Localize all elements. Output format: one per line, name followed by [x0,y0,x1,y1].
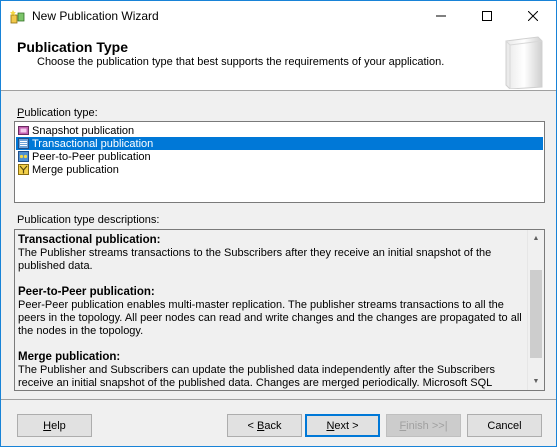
wizard-app-icon [10,10,25,24]
scroll-up-arrow-icon[interactable]: ▲ [528,230,544,247]
snapshot-publication-icon [18,126,29,135]
maximize-button[interactable] [464,1,510,31]
list-item-merge-publication[interactable]: Merge publication [16,163,543,176]
merge-publication-icon [18,164,29,175]
scroll-down-arrow-icon[interactable]: ▼ [528,373,544,390]
minimize-button[interactable] [418,1,464,31]
finish-button[interactable]: Finish >>| [386,414,461,437]
publication-type-label: Publication type: [17,107,98,119]
next-button[interactable]: Next > [305,414,380,437]
window-title: New Publication Wizard [32,9,159,23]
cancel-button[interactable]: Cancel [467,414,542,437]
vertical-scrollbar[interactable]: ▲ ▼ [527,230,544,390]
maximize-icon [482,11,492,21]
description-text: Peer-Peer publication enables multi-mast… [18,299,522,337]
peer-to-peer-publication-icon [18,151,29,162]
title-bar[interactable]: New Publication Wizard [1,1,556,31]
footer-divider [1,399,556,400]
page-subtitle: Choose the publication type that best su… [37,56,445,68]
descriptions-text: Transactional publication: The Publisher… [18,234,526,390]
description-heading: Transactional publication: [18,234,161,246]
description-heading: Peer-to-Peer publication: [18,286,155,298]
list-item-peer-to-peer-publication[interactable]: Peer-to-Peer publication [16,150,543,163]
list-item-transactional-publication[interactable]: Transactional publication [16,137,543,150]
wizard-header: Publication Type Choose the publication … [1,31,556,91]
database-server-icon [505,36,543,89]
help-button[interactable]: Help [17,414,92,437]
back-button[interactable]: < Back [227,414,302,437]
page-title: Publication Type [17,39,128,55]
publication-type-list[interactable]: Snapshot publication Transactional publi… [14,121,545,203]
description-heading: Merge publication: [18,351,121,363]
publication-type-descriptions[interactable]: Transactional publication: The Publisher… [14,229,545,391]
descriptions-label: Publication type descriptions: [17,214,160,226]
description-text: The Publisher and Subscribers can update… [18,364,495,389]
minimize-icon [436,15,446,17]
close-icon [528,11,538,21]
list-item-snapshot-publication[interactable]: Snapshot publication [16,124,543,137]
wizard-window: New Publication Wizard Publication Type … [0,0,557,447]
description-text: The Publisher streams transactions to th… [18,247,492,272]
close-button[interactable] [510,1,556,31]
transactional-publication-icon [18,138,29,149]
scroll-thumb[interactable] [530,270,542,358]
